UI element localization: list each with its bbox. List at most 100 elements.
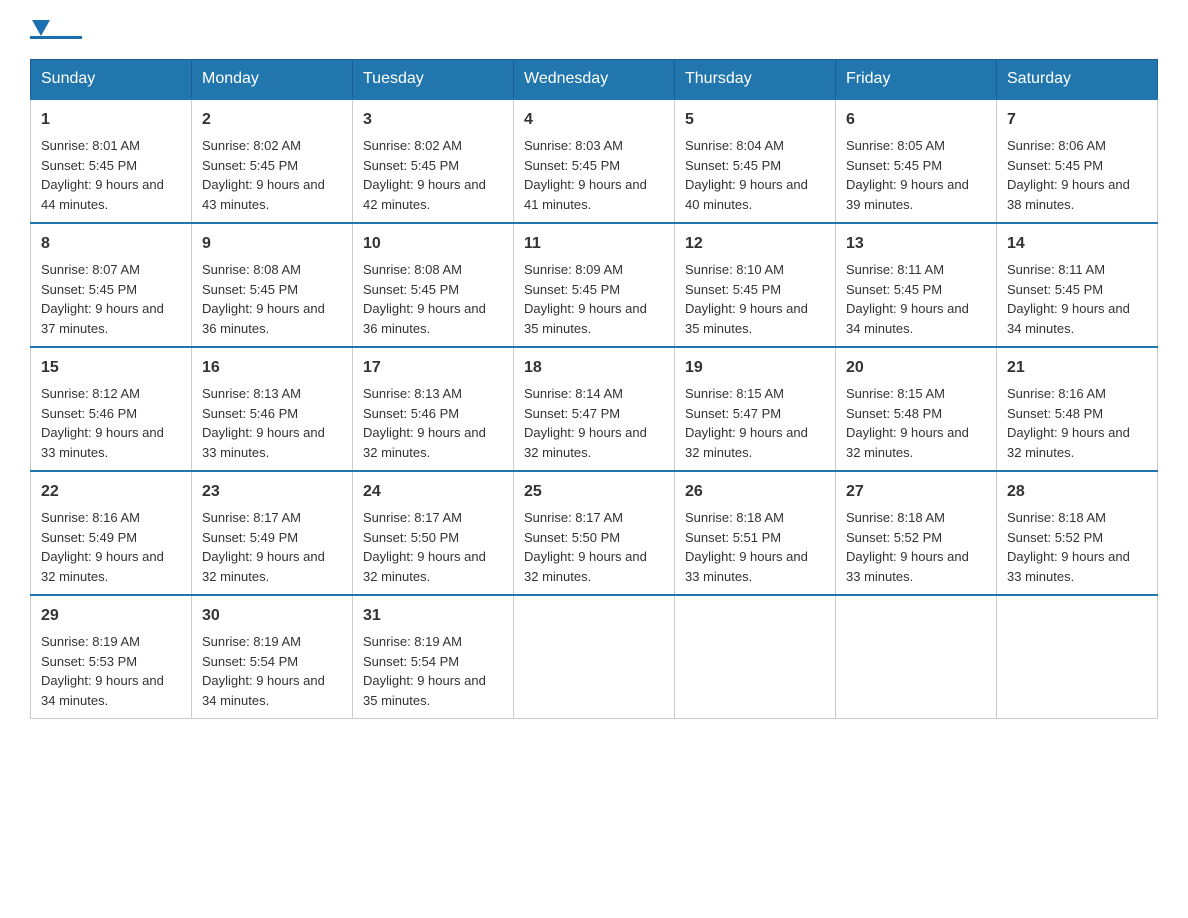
day-cell: 4 Sunrise: 8:03 AM Sunset: 5:45 PM Dayli… bbox=[514, 99, 675, 223]
day-number: 13 bbox=[846, 232, 986, 256]
daylight-info: Daylight: 9 hours and 39 minutes. bbox=[846, 177, 969, 212]
day-number: 14 bbox=[1007, 232, 1147, 256]
day-cell: 27 Sunrise: 8:18 AM Sunset: 5:52 PM Dayl… bbox=[836, 471, 997, 595]
day-number: 15 bbox=[41, 356, 181, 380]
daylight-info: Daylight: 9 hours and 44 minutes. bbox=[41, 177, 164, 212]
day-cell: 14 Sunrise: 8:11 AM Sunset: 5:45 PM Dayl… bbox=[997, 223, 1158, 347]
sunrise-info: Sunrise: 8:16 AM bbox=[1007, 386, 1106, 401]
sunrise-info: Sunrise: 8:14 AM bbox=[524, 386, 623, 401]
sunset-info: Sunset: 5:46 PM bbox=[202, 406, 298, 421]
day-number: 2 bbox=[202, 108, 342, 132]
sunset-info: Sunset: 5:46 PM bbox=[41, 406, 137, 421]
daylight-info: Daylight: 9 hours and 33 minutes. bbox=[1007, 549, 1130, 584]
daylight-info: Daylight: 9 hours and 41 minutes. bbox=[524, 177, 647, 212]
day-cell: 20 Sunrise: 8:15 AM Sunset: 5:48 PM Dayl… bbox=[836, 347, 997, 471]
daylight-info: Daylight: 9 hours and 35 minutes. bbox=[363, 673, 486, 708]
sunrise-info: Sunrise: 8:18 AM bbox=[1007, 510, 1106, 525]
calendar-table: SundayMondayTuesdayWednesdayThursdayFrid… bbox=[30, 59, 1158, 719]
day-cell: 11 Sunrise: 8:09 AM Sunset: 5:45 PM Dayl… bbox=[514, 223, 675, 347]
day-cell: 12 Sunrise: 8:10 AM Sunset: 5:45 PM Dayl… bbox=[675, 223, 836, 347]
sunset-info: Sunset: 5:45 PM bbox=[363, 282, 459, 297]
day-number: 27 bbox=[846, 480, 986, 504]
daylight-info: Daylight: 9 hours and 33 minutes. bbox=[202, 425, 325, 460]
day-number: 23 bbox=[202, 480, 342, 504]
sunset-info: Sunset: 5:54 PM bbox=[202, 654, 298, 669]
day-number: 4 bbox=[524, 108, 664, 132]
sunset-info: Sunset: 5:52 PM bbox=[846, 530, 942, 545]
week-row-3: 15 Sunrise: 8:12 AM Sunset: 5:46 PM Dayl… bbox=[31, 347, 1158, 471]
day-number: 3 bbox=[363, 108, 503, 132]
day-number: 22 bbox=[41, 480, 181, 504]
day-cell bbox=[675, 595, 836, 719]
col-header-thursday: Thursday bbox=[675, 60, 836, 100]
day-cell: 8 Sunrise: 8:07 AM Sunset: 5:45 PM Dayli… bbox=[31, 223, 192, 347]
day-number: 26 bbox=[685, 480, 825, 504]
day-number: 5 bbox=[685, 108, 825, 132]
daylight-info: Daylight: 9 hours and 36 minutes. bbox=[202, 301, 325, 336]
day-number: 8 bbox=[41, 232, 181, 256]
daylight-info: Daylight: 9 hours and 32 minutes. bbox=[363, 425, 486, 460]
sunrise-info: Sunrise: 8:08 AM bbox=[363, 262, 462, 277]
sunset-info: Sunset: 5:45 PM bbox=[41, 282, 137, 297]
daylight-info: Daylight: 9 hours and 34 minutes. bbox=[41, 673, 164, 708]
sunrise-info: Sunrise: 8:13 AM bbox=[202, 386, 301, 401]
sunset-info: Sunset: 5:45 PM bbox=[524, 158, 620, 173]
sunset-info: Sunset: 5:45 PM bbox=[202, 282, 298, 297]
sunset-info: Sunset: 5:47 PM bbox=[524, 406, 620, 421]
day-number: 17 bbox=[363, 356, 503, 380]
daylight-info: Daylight: 9 hours and 36 minutes. bbox=[363, 301, 486, 336]
day-cell: 3 Sunrise: 8:02 AM Sunset: 5:45 PM Dayli… bbox=[353, 99, 514, 223]
sunset-info: Sunset: 5:48 PM bbox=[1007, 406, 1103, 421]
sunrise-info: Sunrise: 8:19 AM bbox=[363, 634, 462, 649]
sunrise-info: Sunrise: 8:02 AM bbox=[202, 138, 301, 153]
day-cell: 1 Sunrise: 8:01 AM Sunset: 5:45 PM Dayli… bbox=[31, 99, 192, 223]
col-header-sunday: Sunday bbox=[31, 60, 192, 100]
sunrise-info: Sunrise: 8:18 AM bbox=[685, 510, 784, 525]
sunrise-info: Sunrise: 8:15 AM bbox=[846, 386, 945, 401]
day-number: 21 bbox=[1007, 356, 1147, 380]
day-number: 28 bbox=[1007, 480, 1147, 504]
sunset-info: Sunset: 5:45 PM bbox=[524, 282, 620, 297]
daylight-info: Daylight: 9 hours and 34 minutes. bbox=[202, 673, 325, 708]
daylight-info: Daylight: 9 hours and 35 minutes. bbox=[685, 301, 808, 336]
daylight-info: Daylight: 9 hours and 32 minutes. bbox=[41, 549, 164, 584]
day-cell: 28 Sunrise: 8:18 AM Sunset: 5:52 PM Dayl… bbox=[997, 471, 1158, 595]
day-cell: 23 Sunrise: 8:17 AM Sunset: 5:49 PM Dayl… bbox=[192, 471, 353, 595]
day-cell bbox=[997, 595, 1158, 719]
sunrise-info: Sunrise: 8:18 AM bbox=[846, 510, 945, 525]
sunrise-info: Sunrise: 8:11 AM bbox=[846, 262, 944, 277]
sunset-info: Sunset: 5:52 PM bbox=[1007, 530, 1103, 545]
daylight-info: Daylight: 9 hours and 33 minutes. bbox=[846, 549, 969, 584]
page-header bbox=[30, 20, 1158, 39]
daylight-info: Daylight: 9 hours and 32 minutes. bbox=[1007, 425, 1130, 460]
day-number: 7 bbox=[1007, 108, 1147, 132]
daylight-info: Daylight: 9 hours and 33 minutes. bbox=[685, 549, 808, 584]
sunrise-info: Sunrise: 8:13 AM bbox=[363, 386, 462, 401]
col-header-wednesday: Wednesday bbox=[514, 60, 675, 100]
sunset-info: Sunset: 5:45 PM bbox=[363, 158, 459, 173]
day-number: 20 bbox=[846, 356, 986, 380]
sunrise-info: Sunrise: 8:02 AM bbox=[363, 138, 462, 153]
logo-triangle-icon bbox=[32, 20, 50, 36]
sunrise-info: Sunrise: 8:17 AM bbox=[524, 510, 623, 525]
day-number: 9 bbox=[202, 232, 342, 256]
day-cell bbox=[514, 595, 675, 719]
sunset-info: Sunset: 5:45 PM bbox=[1007, 158, 1103, 173]
day-cell: 6 Sunrise: 8:05 AM Sunset: 5:45 PM Dayli… bbox=[836, 99, 997, 223]
sunset-info: Sunset: 5:48 PM bbox=[846, 406, 942, 421]
day-number: 19 bbox=[685, 356, 825, 380]
day-number: 16 bbox=[202, 356, 342, 380]
day-cell: 16 Sunrise: 8:13 AM Sunset: 5:46 PM Dayl… bbox=[192, 347, 353, 471]
day-cell: 15 Sunrise: 8:12 AM Sunset: 5:46 PM Dayl… bbox=[31, 347, 192, 471]
sunrise-info: Sunrise: 8:11 AM bbox=[1007, 262, 1105, 277]
day-cell: 22 Sunrise: 8:16 AM Sunset: 5:49 PM Dayl… bbox=[31, 471, 192, 595]
sunrise-info: Sunrise: 8:05 AM bbox=[846, 138, 945, 153]
daylight-info: Daylight: 9 hours and 32 minutes. bbox=[524, 549, 647, 584]
day-cell: 26 Sunrise: 8:18 AM Sunset: 5:51 PM Dayl… bbox=[675, 471, 836, 595]
sunset-info: Sunset: 5:49 PM bbox=[41, 530, 137, 545]
logo bbox=[30, 20, 86, 39]
sunset-info: Sunset: 5:50 PM bbox=[363, 530, 459, 545]
day-cell bbox=[836, 595, 997, 719]
sunrise-info: Sunrise: 8:08 AM bbox=[202, 262, 301, 277]
day-cell: 10 Sunrise: 8:08 AM Sunset: 5:45 PM Dayl… bbox=[353, 223, 514, 347]
